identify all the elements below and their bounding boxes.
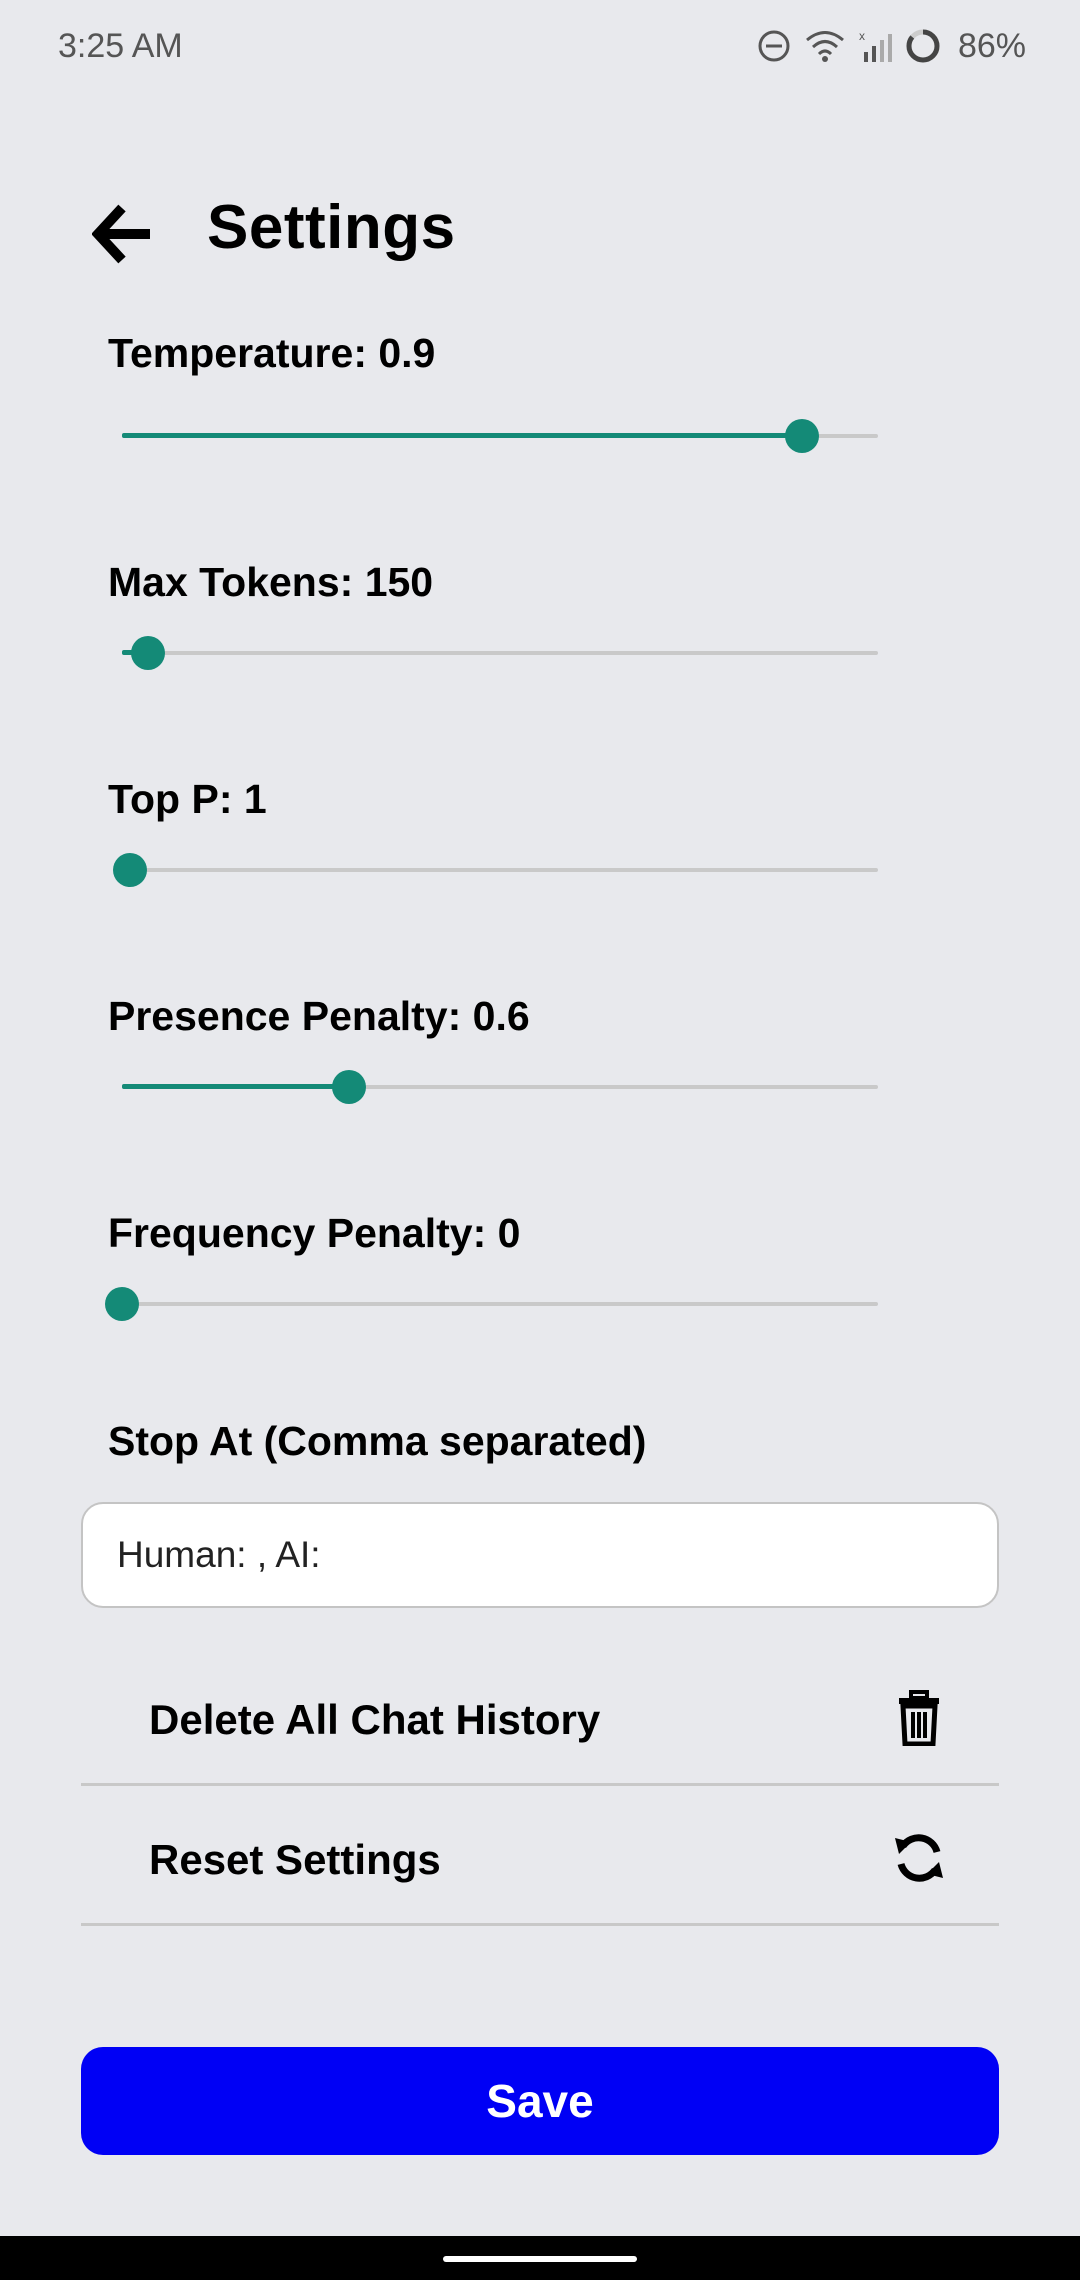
status-bar: 3:25 AM x 86% xyxy=(0,0,1080,92)
trash-icon xyxy=(899,1690,939,1746)
back-button[interactable] xyxy=(91,202,156,266)
signal-icon: x xyxy=(859,29,892,62)
delete-history-button[interactable]: Delete All Chat History xyxy=(81,1648,999,1786)
frequency-penalty-slider[interactable] xyxy=(105,1284,878,1324)
presence-penalty-label: Presence Penalty: 0.6 xyxy=(108,993,530,1039)
delete-history-label: Delete All Chat History xyxy=(149,1696,601,1743)
temperature-slider[interactable] xyxy=(122,416,878,456)
svg-text:x: x xyxy=(859,29,865,43)
stop-at-input[interactable] xyxy=(81,1502,999,1608)
page-title: Settings xyxy=(207,193,456,262)
stop-at-label: Stop At (Comma separated) xyxy=(108,1418,647,1464)
navigation-bar xyxy=(0,2236,1080,2280)
setting-temperature: Temperature: 0.9 xyxy=(0,330,1080,559)
arrow-left-icon xyxy=(91,204,150,264)
top-p-label: Top P: 1 xyxy=(108,776,267,822)
battery-level: 86% xyxy=(957,26,1026,65)
top-p-slider[interactable] xyxy=(112,850,878,890)
setting-top-p: Top P: 1 xyxy=(0,776,1080,993)
reset-settings-button[interactable]: Reset Settings xyxy=(81,1788,999,1926)
slider-track xyxy=(122,651,878,655)
status-icons: x 86% xyxy=(756,27,1026,66)
slider-thumb[interactable] xyxy=(112,853,147,887)
settings-list[interactable]: Temperature: 0.9 Max Tokens: 150 Top P: … xyxy=(0,330,1080,1480)
save-button[interactable]: Save xyxy=(81,2047,999,2155)
slider-track xyxy=(122,868,878,872)
slider-fill xyxy=(122,433,803,438)
presence-penalty-slider[interactable] xyxy=(122,1067,878,1107)
setting-frequency-penalty: Frequency Penalty: 0 xyxy=(0,1210,1080,1427)
slider-thumb[interactable] xyxy=(131,636,166,670)
reset-settings-label: Reset Settings xyxy=(149,1836,441,1883)
battery-icon xyxy=(906,29,940,63)
temperature-label: Temperature: 0.9 xyxy=(108,330,436,376)
wifi-icon xyxy=(805,31,844,62)
do-not-disturb-icon xyxy=(758,30,790,62)
slider-thumb[interactable] xyxy=(785,419,820,453)
slider-thumb[interactable] xyxy=(331,1070,366,1104)
slider-fill xyxy=(122,1084,349,1089)
frequency-penalty-label: Frequency Penalty: 0 xyxy=(108,1210,521,1256)
setting-max-tokens: Max Tokens: 150 xyxy=(0,559,1080,776)
slider-track xyxy=(122,1302,878,1306)
home-handle[interactable] xyxy=(443,2256,637,2262)
setting-presence-penalty: Presence Penalty: 0.6 xyxy=(0,993,1080,1210)
header: Settings xyxy=(0,180,1080,280)
slider-thumb[interactable] xyxy=(105,1287,139,1321)
status-time: 3:25 AM xyxy=(58,26,183,65)
max-tokens-label: Max Tokens: 150 xyxy=(108,559,434,605)
refresh-icon xyxy=(895,1834,943,1882)
max-tokens-slider[interactable] xyxy=(122,633,878,673)
